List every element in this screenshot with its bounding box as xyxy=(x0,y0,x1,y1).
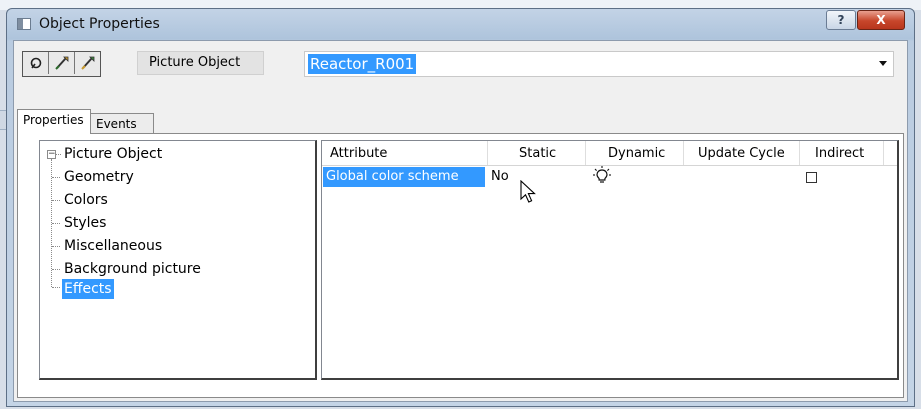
close-button[interactable]: X xyxy=(857,10,905,30)
help-button[interactable]: ? xyxy=(826,10,856,30)
mouse-cursor-icon xyxy=(520,179,538,208)
tree-connector xyxy=(52,200,60,201)
title-bar[interactable]: Object Properties ? X xyxy=(7,9,914,39)
properties-panel: − Picture Object Geometry Colors Styles … xyxy=(17,133,904,398)
tree-connector xyxy=(52,246,60,247)
cell-static[interactable]: No xyxy=(491,167,509,187)
pin-icon[interactable] xyxy=(23,52,49,74)
collapse-toggle-icon[interactable]: − xyxy=(47,150,56,159)
tree-connector xyxy=(56,154,61,155)
tree-connector xyxy=(52,223,60,224)
tree-item-effects[interactable]: Effects xyxy=(62,279,114,299)
column-header-static[interactable]: Static xyxy=(488,141,586,165)
tree-connector xyxy=(52,287,60,288)
paint-brush-icon[interactable] xyxy=(49,52,75,74)
column-header-attribute[interactable]: Attribute xyxy=(322,141,488,165)
paste-brush-icon[interactable] xyxy=(75,52,100,74)
tab-events[interactable]: Events xyxy=(90,113,154,135)
object-name-dropdown[interactable]: Reactor_R001 xyxy=(304,51,894,77)
indirect-checkbox[interactable] xyxy=(806,172,817,183)
tree-connector xyxy=(52,269,60,270)
dialog-client-area: Picture Object Reactor_R001 Properties E… xyxy=(13,40,908,402)
grid-header: Attribute Static Dynamic Update Cycle In… xyxy=(322,141,897,166)
object-name-value[interactable]: Reactor_R001 xyxy=(308,54,417,74)
tree-item-styles[interactable]: Styles xyxy=(64,213,106,233)
tree-item-background-picture[interactable]: Background picture xyxy=(64,259,201,279)
window-icon xyxy=(17,18,31,30)
column-header-indirect[interactable]: Indirect xyxy=(800,141,884,165)
pin-toolbar xyxy=(22,51,101,77)
column-header-update-cycle[interactable]: Update Cycle xyxy=(684,141,800,165)
tree-item-colors[interactable]: Colors xyxy=(64,190,108,210)
lightbulb-icon[interactable] xyxy=(592,165,612,185)
tree-item-geometry[interactable]: Geometry xyxy=(64,167,134,187)
column-header-dynamic[interactable]: Dynamic xyxy=(586,141,684,165)
cell-attribute[interactable]: Global color scheme xyxy=(323,167,485,187)
object-properties-dialog: Object Properties ? X Picture Object Rea… xyxy=(6,8,915,407)
tree-item-picture-object[interactable]: Picture Object xyxy=(64,144,162,164)
chevron-down-icon[interactable] xyxy=(879,61,887,66)
property-tree: − Picture Object Geometry Colors Styles … xyxy=(39,140,317,380)
tab-properties[interactable]: Properties xyxy=(17,109,91,134)
object-type-label: Picture Object xyxy=(137,51,264,75)
tree-connector xyxy=(52,177,60,178)
window-title: Object Properties xyxy=(39,16,160,32)
tree-item-miscellaneous[interactable]: Miscellaneous xyxy=(64,236,162,256)
attribute-grid: Attribute Static Dynamic Update Cycle In… xyxy=(321,140,899,380)
